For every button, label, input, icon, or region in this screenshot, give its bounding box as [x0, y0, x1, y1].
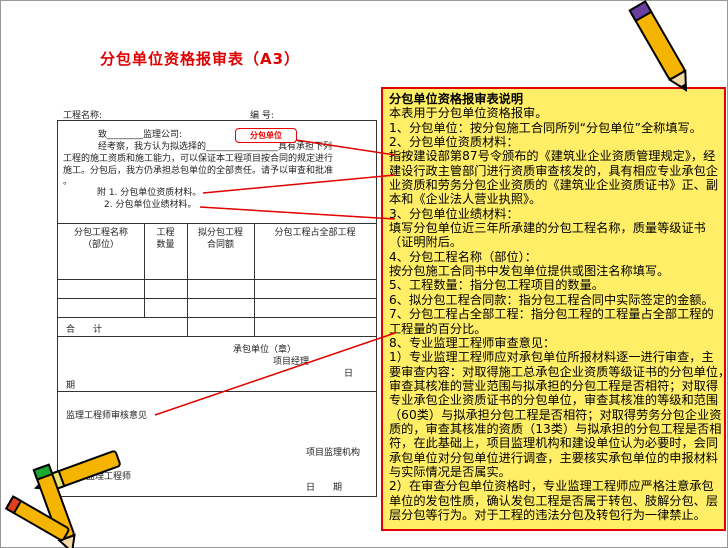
explanation-line: 承包单位对分包单位进行调查，主要核实承包单位的申报材料	[389, 450, 719, 465]
explanation-line: 符，在此基础上，项目监理机构和建设单位认为必要时，会同	[389, 436, 719, 451]
explanation-line: 按分包施工合同书中发包单位提供或图注名称填写。	[389, 264, 670, 279]
explanation-line: 4、分包工程名称（部位）：	[389, 249, 537, 264]
supervision-org-label: 项目监理机构	[306, 448, 361, 458]
explanation-line: 与实际情况是否属实。	[389, 464, 511, 479]
explanation-line: 7、分包工程占全部工程：指分包工程的工程量占全部工程的	[389, 307, 714, 322]
explanation-line: 工程量的百分比。	[389, 321, 487, 336]
explanation-line: 单位的发包性质，确认发包工程是否属于转包、肢解分包、层	[389, 493, 719, 508]
explanation-line: 8、专业监理工程师审查意见：	[389, 335, 556, 350]
stamp-callout: 分包单位	[235, 128, 297, 143]
col-header-amount: 拟分包工程 合同额	[197, 228, 243, 250]
explanation-line: 审查其核准的营业范围与拟承担的分包工程是否相符；对取得	[389, 378, 719, 393]
date-label: 日 期	[306, 483, 343, 493]
date-label-ri: 日	[344, 369, 354, 379]
col-header-name: 分包工程名称 （部位）	[73, 228, 128, 250]
explanation-line: 5、工程数量：指分包工程项目的数量。	[389, 278, 604, 293]
explanation-line: 建设行政主管部门进行资质审查核发的，具有相应专业承包企	[389, 163, 719, 178]
explanation-line: 专业承包企业资质证书的分包单位，审查其核准的等级和范围	[389, 393, 719, 408]
attachment-2: 2. 分包单位业绩材料。	[104, 200, 197, 210]
explanation-line: 填写分包单位近三年所承建的分包工程名称，质量等级证书	[389, 221, 706, 236]
explanation-line: 本表用于分包单位资格报审。	[389, 106, 548, 121]
page-title: 分包单位资格报审表（A3）	[100, 50, 301, 68]
supervisor-engineer-label: 监理工程师	[86, 472, 132, 482]
explanation-line: 3、分包单位业绩材料：	[389, 206, 519, 221]
explanation-line: 1）专业监理工程师应对承包单位所报材料逐一进行审查，主	[389, 350, 714, 365]
project-manager-label: 项目经理	[273, 357, 310, 367]
explanation-line: 1、分包单位：按分包施工合同所列“分包单位”全称填写。	[389, 120, 702, 135]
explanation-title: 分包单位资格报审表说明	[389, 92, 524, 106]
date-label-qi: 期	[66, 381, 76, 391]
explanation-line: （60类）与拟承担分包工程是否相符；对取得劳务分包企业资	[389, 407, 722, 422]
explanation-line: 6、拟分包工程合同款：指分包工程合同中实际签定的金额。	[389, 292, 714, 307]
explanation-line: 业资质和劳务分包企业资质的《建筑业企业资质证书》正、副	[389, 178, 719, 193]
explanation-line: 2）在审查分包单位资格时，专业监理工程师应严格注意承包	[389, 479, 714, 494]
application-form: 致________监理公司: 经考察，我方认为拟选择的_____________…	[57, 120, 377, 497]
form-body-line: 施工。分包后，我方仍承担总包单位的全部责任。请予以审查和批准	[63, 166, 334, 176]
col-header-percent: 分包工程占全部工程	[274, 228, 356, 238]
explanation-line: 2、分包单位资质材料：	[389, 135, 519, 150]
explanation-line: （证明附后。	[389, 235, 463, 250]
explanation-line: 层分包等行为。对于工程的违法分包及转包行为一律禁止。	[389, 507, 706, 522]
form-body-line: 。	[63, 177, 73, 187]
supervisor-opinion-label: 监理工程师审核意见	[66, 411, 148, 421]
col-header-quantity: 工程 数量	[156, 228, 175, 250]
explanation-line: 质的，审查其核准的资质（13类）与拟承担的分包工程是否相	[389, 421, 722, 436]
explanation-line: 本和《企业法人营业执照》。	[389, 192, 542, 207]
total-label: 合 计	[66, 325, 103, 335]
explanation-note: 分包单位资格报审表说明 本表用于分包单位资格报审。 1、分包单位：按分包施工合同所…	[381, 87, 728, 531]
explanation-line: 指按建设部第87号令颁布的《建筑业企业资质管理规定》，经	[389, 149, 716, 164]
explanation-line: 要审查内容：对取得施工总承包企业资质等级证书的分包单位，	[389, 364, 728, 379]
